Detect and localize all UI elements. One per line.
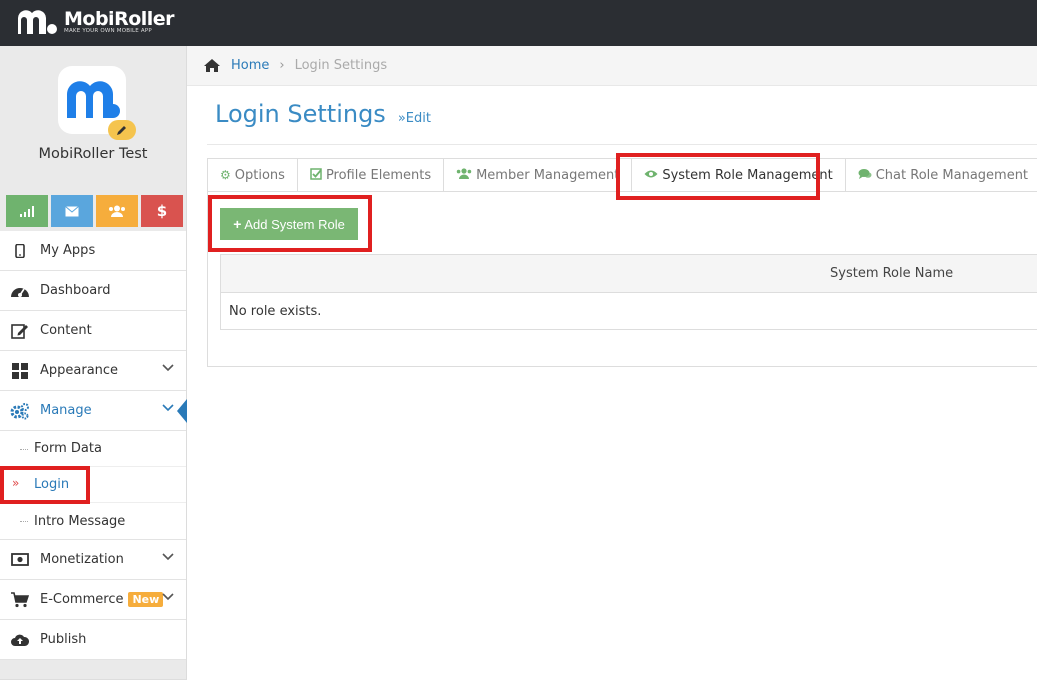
sidebar-item-my-apps[interactable]: My Apps <box>0 231 186 271</box>
eye-icon <box>644 168 658 182</box>
app-name: MobiRoller Test <box>38 146 148 162</box>
title-divider <box>207 144 1037 145</box>
page-title: Login Settings <box>215 100 386 128</box>
sidebar-item-dashboard[interactable]: Dashboard <box>0 271 186 311</box>
chat-icon <box>858 168 872 183</box>
page-title-group: Login Settings »Edit <box>215 100 431 128</box>
sidebar-item-appearance[interactable]: Appearance <box>0 351 186 391</box>
mobile-icon <box>10 241 30 261</box>
tab-bar: ⚙ Options Profile Elements Member Manage… <box>207 158 1037 192</box>
sidebar-item-label: Publish <box>40 632 87 647</box>
signal-bars-icon <box>20 206 34 217</box>
sidebar-menu: My Apps Dashboard Content Appearance Man… <box>0 231 187 680</box>
tab-label: Profile Elements <box>325 167 432 183</box>
submenu-item-form-data[interactable]: Form Data <box>0 431 186 467</box>
logo-name: MobiRoller <box>64 7 175 30</box>
sidebar-item-monetization[interactable]: Monetization <box>0 540 186 580</box>
stats-button[interactable] <box>6 195 48 227</box>
tab-chat-role-management[interactable]: Chat Role Management <box>844 158 1037 192</box>
tab-member-management[interactable]: Member Management <box>443 158 632 192</box>
submenu-item-label: Intro Message <box>34 513 126 529</box>
tab-label: System Role Management <box>662 167 833 183</box>
money-icon <box>10 550 30 570</box>
table-row: No role exists. <box>221 293 1037 329</box>
monetize-button[interactable]: $ <box>141 195 183 227</box>
gear-icon: ⚙ <box>220 168 231 182</box>
mobiroller-logo[interactable]: MobiRoller MAKE YOUR OWN MOBILE APP <box>16 7 175 36</box>
breadcrumb-separator-icon: › <box>279 58 285 73</box>
edit-app-badge[interactable] <box>108 120 136 140</box>
sidebar-item-label: Monetization <box>40 552 124 567</box>
sidebar-item-label: Content <box>40 323 92 338</box>
dashboard-icon <box>10 281 30 301</box>
tab-options[interactable]: ⚙ Options <box>207 158 297 192</box>
tab-label: Chat Role Management <box>875 167 1029 183</box>
sidebar-item-label: My Apps <box>40 243 96 258</box>
plus-icon: + <box>233 216 242 232</box>
pencil-icon <box>117 126 126 135</box>
sidebar-item-e-commerce[interactable]: E-Commerce New <box>0 580 186 620</box>
tab-profile-elements[interactable]: Profile Elements <box>296 158 444 192</box>
submenu-item-label: Form Data <box>34 441 102 456</box>
page-subtitle: »Edit <box>397 111 431 126</box>
manage-submenu: Form Data » Login Intro Message <box>0 431 186 540</box>
messages-button[interactable] <box>51 195 93 227</box>
tab-label: Options <box>234 167 285 183</box>
sidebar-item-publish[interactable]: Publish <box>0 620 186 660</box>
chevron-down-icon <box>162 364 174 372</box>
sidebar-item-manage[interactable]: Manage <box>0 391 187 431</box>
logo-mark-icon <box>18 10 57 35</box>
breadcrumb-current: Login Settings <box>294 58 388 73</box>
add-system-role-button[interactable]: + Add System Role <box>220 208 358 240</box>
grid-icon <box>10 361 30 381</box>
sidebar: MobiRoller Test $ My Apps Dashboard Cont… <box>0 46 187 680</box>
sidebar-item-label: Appearance <box>40 363 119 378</box>
chevron-down-icon <box>162 593 174 601</box>
sidebar-item-label: Manage <box>40 403 92 418</box>
sidebar-footer <box>0 660 186 680</box>
add-button-label: Add System Role <box>244 216 345 232</box>
tab-system-role-management[interactable]: System Role Management <box>631 158 845 192</box>
chevron-down-icon <box>162 553 174 561</box>
breadcrumb: Home › Login Settings <box>187 46 1037 86</box>
sidebar-item-label: E-Commerce <box>40 592 124 607</box>
cart-icon <box>10 590 30 610</box>
users-icon <box>109 205 125 217</box>
quick-buttons: $ <box>6 195 183 227</box>
dollar-icon: $ <box>156 202 168 220</box>
users-button[interactable] <box>96 195 138 227</box>
empty-message: No role exists. <box>229 303 322 319</box>
column-header-system-role-name[interactable]: System Role Name <box>830 266 953 281</box>
envelope-icon <box>65 205 79 216</box>
sidebar-item-content[interactable]: Content <box>0 311 186 351</box>
breadcrumb-home-link[interactable]: Home <box>231 58 269 73</box>
double-chevron-right-icon: » <box>12 476 20 490</box>
users-icon <box>456 168 472 182</box>
main-content: Home › Login Settings Login Settings »Ed… <box>187 46 1037 680</box>
app-header: MobiRoller Test $ <box>0 46 186 231</box>
edit-icon <box>10 321 30 341</box>
check-square-icon <box>310 167 322 183</box>
submenu-item-login[interactable]: » Login <box>0 467 186 503</box>
sidebar-item-label: Dashboard <box>40 283 111 298</box>
chevron-down-icon <box>162 404 174 412</box>
top-bar: MobiRoller MAKE YOUR OWN MOBILE APP <box>0 0 1037 46</box>
cloud-upload-icon <box>10 630 30 650</box>
submenu-item-label: Login <box>34 477 70 492</box>
home-icon[interactable] <box>203 58 221 73</box>
tab-label: Member Management <box>476 167 620 183</box>
submenu-item-intro-message[interactable]: Intro Message <box>0 503 186 539</box>
system-roles-table: System Role Name No role exists. <box>220 254 1037 330</box>
table-header: System Role Name <box>221 255 1037 293</box>
gears-icon <box>10 401 30 421</box>
new-badge: New <box>128 592 164 607</box>
